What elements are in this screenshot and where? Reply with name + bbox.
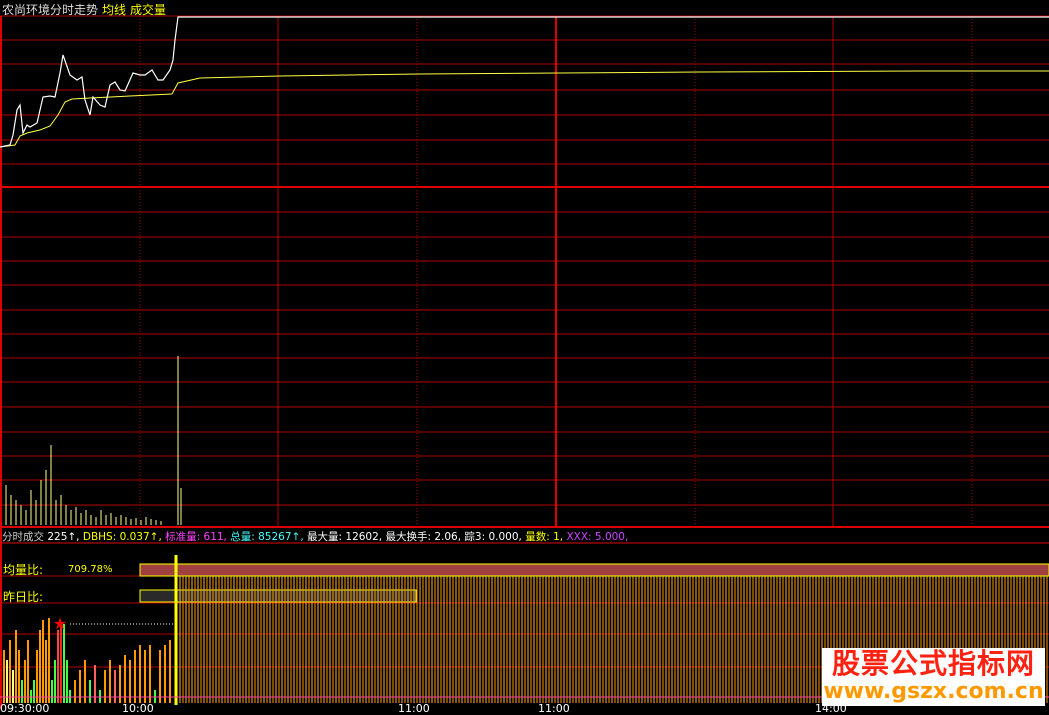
- intraday-chart: ★: [0, 15, 1049, 709]
- legend-volume: 成交量: [130, 3, 167, 17]
- info-total-volume: 总量: 85267↑,: [230, 531, 304, 543]
- stock-title: 农尚环境分时走势: [2, 3, 99, 17]
- avg-ratio-value: 709.78%: [68, 564, 113, 575]
- avg-ratio-label: 均量比:: [3, 563, 44, 577]
- info-count: 量数: 1,: [525, 531, 564, 543]
- info-standard-volume: 标准量: 611,: [165, 531, 227, 543]
- info-max-turnover: 最大换手: 2.06,: [385, 531, 462, 543]
- price-line: [0, 16, 1049, 148]
- info-xxx: XXX: 5.000,: [566, 531, 629, 543]
- max-star-icon: ★: [53, 614, 67, 633]
- watermark-url: www.gszx.com.cn: [823, 679, 1044, 704]
- info-track: 踪3: 0.000,: [464, 531, 522, 543]
- legend-avg-line: 均线: [102, 3, 127, 17]
- info-volume: 225↑,: [47, 531, 80, 543]
- indicator-info-line: 分时成交 225↑, DBHS: 0.037↑, 标准量: 611, 总量: 8…: [2, 529, 628, 544]
- watermark: 股票公式指标网 www.gszx.com.cn: [822, 648, 1045, 706]
- info-dbhs: DBHS: 0.037↑,: [82, 531, 162, 543]
- info-label: 分时成交: [2, 531, 44, 543]
- chart-title-bar: 农尚环境分时走势 均线 成交量: [2, 1, 166, 18]
- info-max-volume: 最大量: 12602,: [307, 531, 383, 543]
- avg-ratio-bar: [139, 563, 1049, 577]
- yesterday-ratio-label: 昨日比:: [3, 590, 44, 604]
- watermark-title: 股票公式指标网: [831, 647, 1035, 680]
- avg-price-line: [0, 70, 1049, 148]
